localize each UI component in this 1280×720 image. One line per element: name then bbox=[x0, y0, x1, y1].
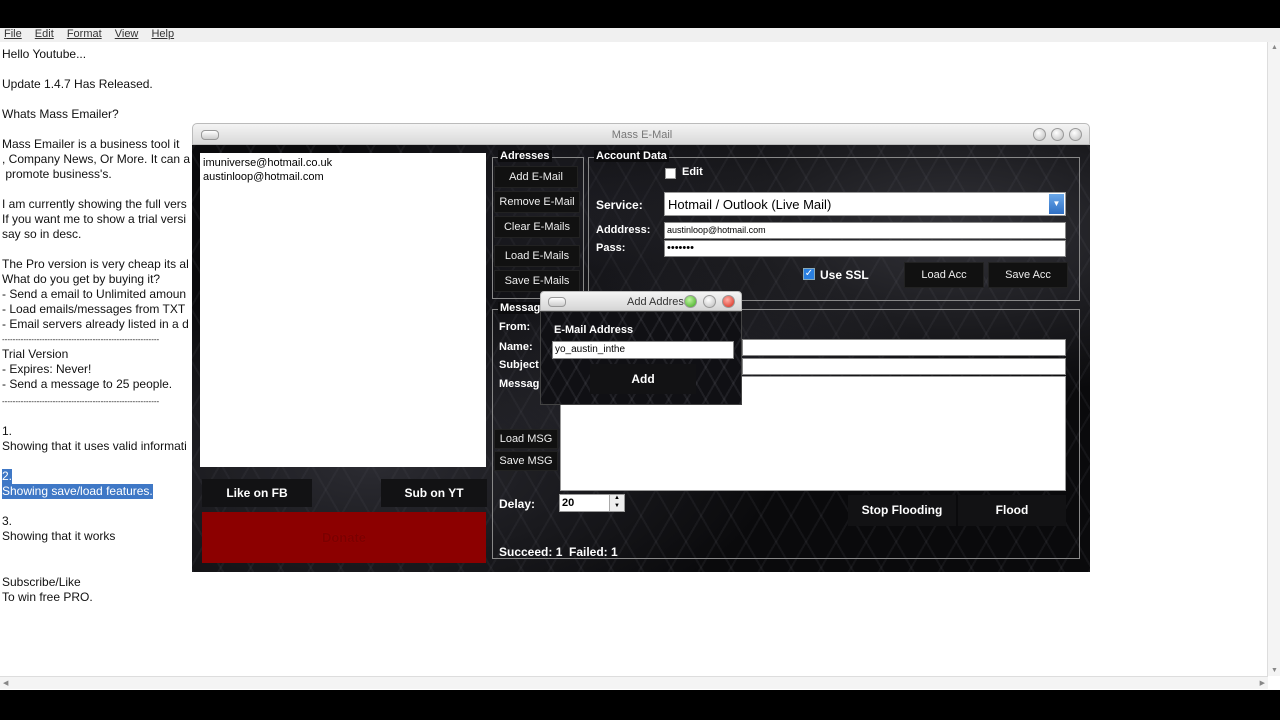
message-label: Messag bbox=[499, 378, 540, 390]
clear-emails-button[interactable]: Clear E-Mails bbox=[494, 216, 580, 238]
remove-email-button[interactable]: Remove E-Mail bbox=[494, 191, 580, 213]
edit-checkbox[interactable] bbox=[665, 168, 676, 179]
save-msg-button[interactable]: Save MSG bbox=[494, 451, 558, 471]
stop-flooding-button[interactable]: Stop Flooding bbox=[848, 495, 956, 526]
text-line: Hello Youtube... bbox=[2, 47, 87, 61]
horizontal-scrollbar[interactable]: ◀ ▶ bbox=[0, 676, 1268, 689]
add-email-button[interactable]: Add E-Mail bbox=[494, 166, 578, 188]
text-line: Showing that it uses valid informati bbox=[2, 439, 187, 453]
add-address-dialog: Add Address E-Mail Address yo_austin_int… bbox=[540, 291, 742, 405]
menu-help[interactable]: Help bbox=[151, 28, 174, 41]
name-label: Name: bbox=[499, 341, 533, 353]
delay-stepper[interactable]: 20 ▲ ▼ bbox=[559, 494, 625, 512]
flood-button[interactable]: Flood bbox=[958, 495, 1066, 526]
password-field[interactable]: ••••••• bbox=[664, 240, 1066, 257]
text-line: Whats Mass Emailer? bbox=[2, 107, 119, 121]
sub-on-yt-button[interactable]: Sub on YT bbox=[381, 479, 487, 507]
text-line: To win free PRO. bbox=[2, 590, 93, 604]
failed-status: Failed: 1 bbox=[569, 545, 618, 559]
text-line: 1. bbox=[2, 424, 13, 438]
text-line: - Send a email to Unlimited amoun bbox=[2, 287, 187, 301]
list-item[interactable]: imuniverse@hotmail.co.uk bbox=[200, 156, 486, 170]
delay-label: Delay: bbox=[499, 497, 536, 511]
vertical-scrollbar[interactable]: ▲ ▼ bbox=[1267, 42, 1280, 676]
load-acc-button[interactable]: Load Acc bbox=[904, 262, 984, 288]
email-address-input[interactable]: yo_austin_inthe bbox=[552, 341, 734, 359]
stepper-down-icon[interactable]: ▼ bbox=[609, 503, 624, 511]
edit-label: Edit bbox=[682, 166, 703, 178]
address-label: Adddress: bbox=[596, 224, 651, 236]
text-line: Mass Emailer is a business tool it bbox=[2, 137, 180, 151]
service-dropdown[interactable]: Hotmail / Outlook (Live Mail) ▼ bbox=[664, 192, 1066, 216]
subject-label: Subject bbox=[499, 359, 539, 371]
delay-value: 20 bbox=[562, 497, 575, 509]
text-line: - Load emails/messages from TXT bbox=[2, 302, 186, 316]
text-line: - Email servers already listed in a d bbox=[2, 317, 189, 331]
donate-button[interactable]: Donate bbox=[202, 512, 486, 563]
service-value: Hotmail / Outlook (Live Mail) bbox=[668, 197, 832, 212]
like-on-fb-button[interactable]: Like on FB bbox=[202, 479, 312, 507]
use-ssl-checkbox[interactable]: ✓ bbox=[803, 268, 815, 280]
scroll-up-icon[interactable]: ▲ bbox=[1271, 44, 1278, 51]
load-emails-button[interactable]: Load E-Mails bbox=[494, 245, 580, 267]
email-address-label: E-Mail Address bbox=[554, 324, 634, 336]
subject-field[interactable] bbox=[742, 358, 1066, 375]
dialog-menu-icon[interactable] bbox=[548, 297, 566, 307]
maximize-icon[interactable] bbox=[703, 295, 716, 308]
text-line: Trial Version bbox=[2, 347, 69, 361]
address-field[interactable]: austinloop@hotmail.com bbox=[664, 222, 1066, 239]
close-icon[interactable] bbox=[1069, 128, 1082, 141]
scroll-left-icon[interactable]: ◀ bbox=[3, 679, 8, 687]
from-name-field[interactable] bbox=[742, 339, 1066, 356]
text-line: Update 1.4.7 Has Released. bbox=[2, 77, 153, 91]
scroll-down-icon[interactable]: ▼ bbox=[1271, 667, 1278, 674]
chevron-down-icon[interactable]: ▼ bbox=[1049, 194, 1064, 214]
text-line: Subscribe/Like bbox=[2, 575, 81, 589]
pass-label: Pass: bbox=[596, 242, 626, 254]
load-msg-button[interactable]: Load MSG bbox=[494, 429, 558, 449]
selected-text-line: Showing save/load features. bbox=[2, 484, 153, 499]
menu-bar: File Edit Format View Help bbox=[0, 28, 1280, 42]
menu-view[interactable]: View bbox=[115, 28, 139, 41]
text-line: Showing that it works bbox=[2, 529, 116, 543]
maximize-icon[interactable] bbox=[1051, 128, 1064, 141]
service-label: Service: bbox=[596, 198, 643, 212]
window-titlebar[interactable]: Mass E-Mail bbox=[192, 123, 1090, 145]
text-line: - Expires: Never! bbox=[2, 362, 92, 376]
address-list[interactable]: imuniverse@hotmail.co.uk austinloop@hotm… bbox=[200, 153, 486, 467]
dialog-titlebar[interactable]: Add Address bbox=[540, 291, 742, 311]
divider-line: ----------------------------------------… bbox=[2, 397, 160, 406]
text-line: , Company News, Or More. It can a bbox=[2, 152, 191, 166]
window-title: Mass E-Mail bbox=[611, 129, 673, 141]
menu-edit[interactable]: Edit bbox=[35, 28, 54, 41]
dialog-title: Add Address bbox=[627, 296, 690, 308]
scroll-right-icon[interactable]: ▶ bbox=[1260, 679, 1265, 687]
save-emails-button[interactable]: Save E-Mails bbox=[494, 270, 580, 292]
text-line: If you want me to show a trial versi bbox=[2, 212, 187, 226]
stepper-up-icon[interactable]: ▲ bbox=[609, 495, 624, 503]
text-line: say so in desc. bbox=[2, 227, 82, 241]
text-line: 3. bbox=[2, 514, 13, 528]
text-line: promote business's. bbox=[2, 167, 112, 181]
close-icon[interactable] bbox=[722, 295, 735, 308]
selected-text-line: 2. bbox=[2, 469, 13, 484]
adresses-group-label: Adresses bbox=[498, 150, 552, 162]
add-button[interactable]: Add bbox=[590, 364, 696, 394]
text-line: What do you get by buying it? bbox=[2, 272, 161, 286]
minimize-icon[interactable] bbox=[1033, 128, 1046, 141]
succeed-status: Succeed: 1 bbox=[499, 545, 563, 559]
save-acc-button[interactable]: Save Acc bbox=[988, 262, 1068, 288]
dialog-body: E-Mail Address yo_austin_inthe Add bbox=[540, 311, 742, 405]
text-line: I am currently showing the full vers bbox=[2, 197, 187, 211]
menu-format[interactable]: Format bbox=[67, 28, 102, 41]
divider-line: ----------------------------------------… bbox=[2, 335, 160, 344]
from-label: From: bbox=[499, 321, 531, 333]
list-item[interactable]: austinloop@hotmail.com bbox=[200, 170, 486, 184]
text-line: - Send a message to 25 people. bbox=[2, 377, 173, 391]
account-data-label: Account Data bbox=[594, 150, 669, 162]
minimize-icon[interactable] bbox=[684, 295, 697, 308]
menu-file[interactable]: File bbox=[4, 28, 22, 41]
text-line: The Pro version is very cheap its al bbox=[2, 257, 189, 271]
use-ssl-label: Use SSL bbox=[820, 268, 869, 282]
